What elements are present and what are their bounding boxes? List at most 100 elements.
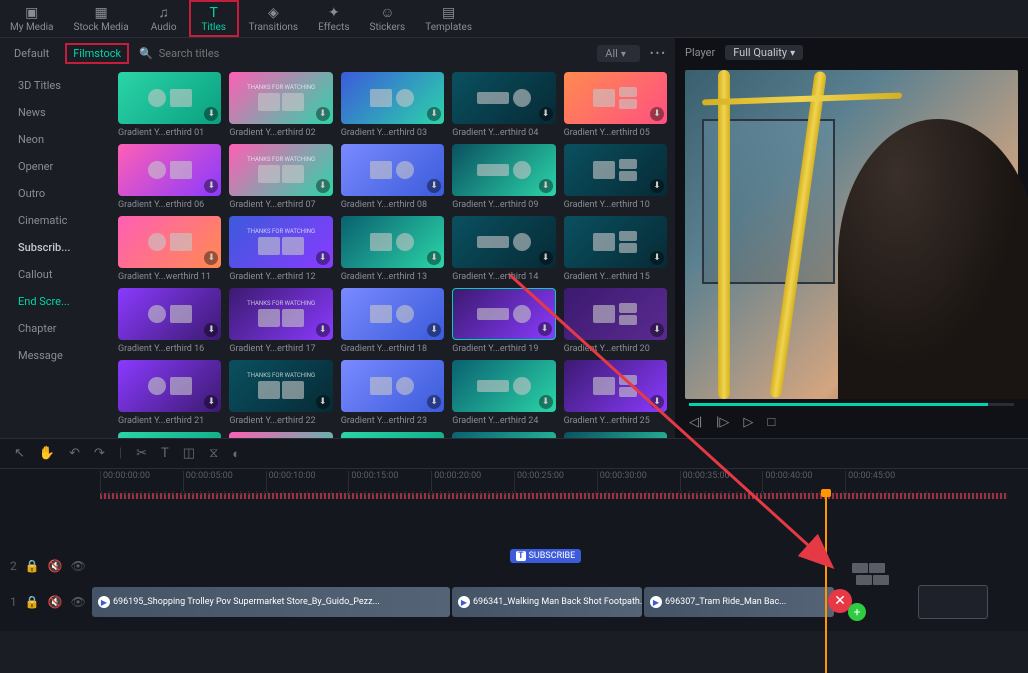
download-icon[interactable]: ⬇	[204, 107, 218, 121]
download-icon[interactable]: ⬇	[650, 395, 664, 409]
title-thumbnail[interactable]: ⬇Gradient Y...erthird 16	[118, 288, 221, 354]
title-thumbnail[interactable]: ⬇Gradient Y...erthird 24	[452, 360, 555, 426]
search-area[interactable]: 🔍	[139, 47, 587, 60]
download-icon[interactable]: ⬇	[650, 179, 664, 193]
download-icon[interactable]: ⬇	[650, 251, 664, 265]
title-thumbnail[interactable]: ⬇Gradient Y...erthird 18	[341, 288, 444, 354]
title-thumbnail[interactable]: ⬇Creative Y...Opener 01	[118, 432, 221, 438]
download-icon[interactable]: ⬇	[316, 395, 330, 409]
download-icon[interactable]: ⬇	[650, 107, 664, 121]
title-thumbnail[interactable]: ⬇Gradient Y...erthird 05	[564, 72, 667, 138]
sidebar-item-cinematic[interactable]: Cinematic	[0, 207, 110, 234]
video-clip-3[interactable]: ▶ 696307_Tram Ride_Man Bac...	[644, 587, 834, 617]
visibility-icon[interactable]: 👁	[71, 595, 86, 609]
top-tab-effects[interactable]: ✦Effects	[308, 0, 359, 37]
filter-all[interactable]: All	[597, 45, 640, 62]
download-icon[interactable]: ⬇	[204, 395, 218, 409]
title-thumbnail[interactable]: ⬇Gradient Y...erthird 25	[564, 360, 667, 426]
title-thumbnail[interactable]: ⬇Gradient Y...erthird 09	[452, 144, 555, 210]
preview-viewport[interactable]	[685, 70, 1018, 399]
sidebar-item-end-scre-[interactable]: End Scre...	[0, 288, 110, 315]
subtab-filmstock[interactable]: Filmstock	[65, 43, 129, 64]
title-thumbnail[interactable]: ⬇Gradient Y...erthird 08	[341, 144, 444, 210]
title-thumbnail[interactable]: ⬇Gradient Y...erthird 23	[341, 360, 444, 426]
top-tab-templates[interactable]: ▤Templates	[415, 0, 482, 37]
title-thumbnail[interactable]: ⬇Gradient Y...erthird 04	[452, 72, 555, 138]
search-input[interactable]	[159, 47, 299, 60]
download-icon[interactable]: ⬇	[427, 107, 441, 121]
download-icon[interactable]: ⬇	[204, 251, 218, 265]
subscribe-clip[interactable]: T SUBSCRIBE	[510, 549, 581, 563]
title-thumbnail[interactable]: ⬇Creative Y...Opener 04	[452, 432, 555, 438]
undo-icon[interactable]: ↶	[69, 446, 80, 461]
top-tab-transitions[interactable]: ◈Transitions	[239, 0, 308, 37]
next-frame-icon[interactable]: |▷	[716, 415, 729, 430]
speed-icon[interactable]: ⧖	[209, 446, 218, 461]
download-icon[interactable]: ⬇	[427, 179, 441, 193]
sidebar-item-subscrib-[interactable]: Subscrib...	[0, 234, 110, 261]
timeline-ruler[interactable]: 00:00:00:0000:00:05:0000:00:10:0000:00:1…	[0, 469, 1028, 493]
sidebar-item-callout[interactable]: Callout	[0, 261, 110, 288]
lock-icon[interactable]: 🔒	[25, 559, 40, 573]
top-tab-stock-media[interactable]: ▦Stock Media	[64, 0, 139, 37]
color-icon[interactable]: ◐	[232, 446, 240, 462]
title-thumbnail[interactable]: ⬇Gradient Y...erthird 06	[118, 144, 221, 210]
title-thumbnail[interactable]: ⬇Gradient Y...erthird 15	[564, 216, 667, 282]
crop-icon[interactable]: ◫	[183, 446, 195, 461]
download-icon[interactable]: ⬇	[539, 395, 553, 409]
title-thumbnail[interactable]: ⬇Gradient Y...erthird 19	[452, 288, 555, 354]
split-icon[interactable]: ✂	[136, 446, 147, 461]
play-icon[interactable]: ▷	[743, 415, 753, 430]
subtab-default[interactable]: Default	[8, 45, 55, 62]
title-thumbnail[interactable]: THANKS FOR WATCHING⬇Gradient Y...erthird…	[229, 288, 332, 354]
download-icon[interactable]: ⬇	[539, 107, 553, 121]
preview-scrubber[interactable]	[689, 403, 1014, 406]
title-thumbnail[interactable]: ⬇Gradient Y...werthird 11	[118, 216, 221, 282]
title-thumbnail[interactable]: ⬇Gradient Y...erthird 20	[564, 288, 667, 354]
download-icon[interactable]: ⬇	[316, 251, 330, 265]
visibility-icon[interactable]: 👁	[71, 559, 86, 573]
sidebar-item-chapter[interactable]: Chapter	[0, 315, 110, 342]
more-button[interactable]: •••	[650, 47, 667, 60]
download-icon[interactable]: ⬇	[204, 323, 218, 337]
drop-target[interactable]	[918, 585, 988, 619]
stop-icon[interactable]: □	[767, 414, 775, 430]
title-thumbnail[interactable]: THANKS FOR WATCHING⬇Gradient Y...erthird…	[229, 216, 332, 282]
sidebar-item-outro[interactable]: Outro	[0, 180, 110, 207]
title-thumbnail[interactable]: THANKS FOR WATCHING⬇Gradient Y...erthird…	[229, 360, 332, 426]
download-icon[interactable]: ⬇	[538, 322, 552, 336]
title-thumbnail[interactable]: ⬇Gradient Y...erthird 14	[452, 216, 555, 282]
top-tab-stickers[interactable]: ☺Stickers	[360, 0, 416, 37]
lock-icon[interactable]: 🔒	[25, 595, 40, 609]
download-icon[interactable]: ⬇	[427, 323, 441, 337]
title-thumbnail[interactable]: THANKS FOR WATCHING⬇Creative Y...Opener …	[229, 432, 332, 438]
hand-tool-icon[interactable]: ✋	[39, 446, 55, 461]
title-thumbnail[interactable]: THANKS FOR WATCHING⬇Gradient Y...erthird…	[229, 72, 332, 138]
title-thumbnail[interactable]: ⬇Creative Y...Opener 05	[564, 432, 667, 438]
video-clip-1[interactable]: ▶ 696195_Shopping Trolley Pov Supermarke…	[92, 587, 450, 617]
download-icon[interactable]: ⬇	[204, 179, 218, 193]
video-clip-2[interactable]: ▶ 696341_Walking Man Back Shot Footpath.…	[452, 587, 642, 617]
sidebar-item-message[interactable]: Message	[0, 342, 110, 369]
quality-select[interactable]: Full Quality	[725, 45, 803, 60]
mute-icon[interactable]: 🔇	[48, 559, 63, 573]
download-icon[interactable]: ⬇	[539, 251, 553, 265]
download-icon[interactable]: ⬇	[316, 323, 330, 337]
title-thumbnail[interactable]: ⬇Gradient Y...erthird 10	[564, 144, 667, 210]
sidebar-item-neon[interactable]: Neon	[0, 126, 110, 153]
title-thumbnail[interactable]: ⬇Gradient Y...erthird 13	[341, 216, 444, 282]
thumbnail-grid-area[interactable]: ⬇Gradient Y...erthird 01THANKS FOR WATCH…	[110, 68, 675, 438]
text-icon[interactable]: T	[161, 446, 169, 461]
mute-icon[interactable]: 🔇	[48, 595, 63, 609]
download-icon[interactable]: ⬇	[539, 179, 553, 193]
prev-frame-icon[interactable]: ◁|	[689, 415, 702, 430]
download-icon[interactable]: ⬇	[650, 323, 664, 337]
redo-icon[interactable]: ↷	[94, 446, 105, 461]
top-tab-my-media[interactable]: ▣My Media	[0, 0, 64, 37]
download-icon[interactable]: ⬇	[427, 251, 441, 265]
top-tab-audio[interactable]: ♫Audio	[139, 0, 189, 37]
title-thumbnail[interactable]: ⬇Creative Y...Opener 03	[341, 432, 444, 438]
title-thumbnail[interactable]: ⬇Gradient Y...erthird 03	[341, 72, 444, 138]
sidebar-item-news[interactable]: News	[0, 99, 110, 126]
title-thumbnail[interactable]: ⬇Gradient Y...erthird 21	[118, 360, 221, 426]
